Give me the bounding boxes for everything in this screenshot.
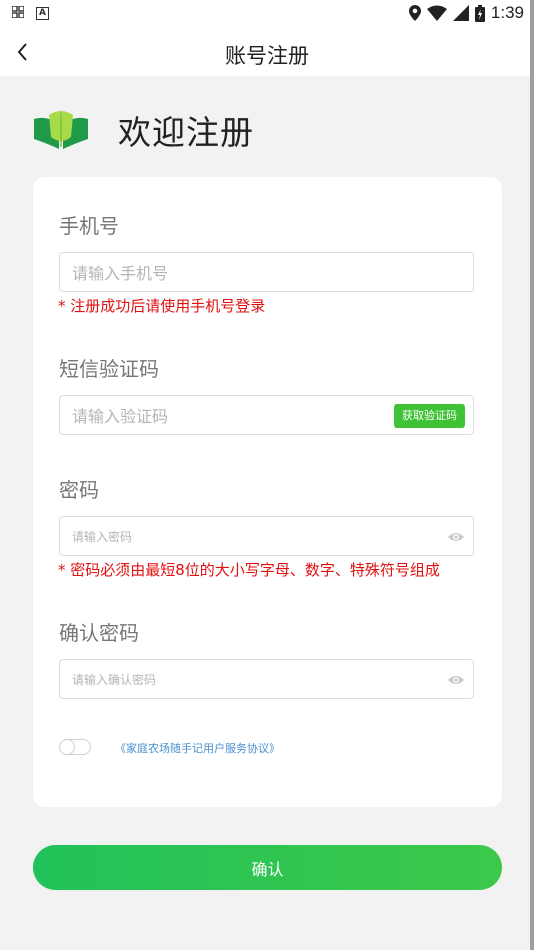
password-input[interactable] <box>70 517 394 557</box>
password-hint: * 密码必须由最短8位的大小写字母、数字、特殊符号组成 <box>58 561 440 579</box>
confirm-password-label: 确认密码 <box>59 621 139 645</box>
sms-code-input[interactable] <box>70 396 394 436</box>
sms-code-field[interactable]: 获取验证码 <box>59 395 474 436</box>
font-a-icon: A <box>36 7 49 20</box>
page-title: 账号注册 <box>225 44 309 68</box>
nav-bar: 账号注册 <box>0 28 534 76</box>
confirm-button[interactable]: 确认 <box>33 845 502 890</box>
status-bar: A 1:39 <box>0 0 534 28</box>
password-label: 密码 <box>59 478 99 502</box>
phone-hint: * 注册成功后请使用手机号登录 <box>58 297 266 315</box>
register-form-card: 手机号 * 注册成功后请使用手机号登录 短信验证码 获取验证码 密码 * 密码必… <box>33 177 502 807</box>
confirm-password-input[interactable] <box>70 660 394 700</box>
agreement-toggle-knob <box>59 739 75 755</box>
status-time: 1:39 <box>490 3 524 22</box>
agreement-toggle[interactable] <box>59 739 91 755</box>
get-code-button[interactable]: 获取验证码 <box>394 404 465 428</box>
agreement-link[interactable]: 《家庭农场随手记用户服务协议》 <box>115 740 280 756</box>
scrollbar <box>530 0 534 950</box>
phone-input[interactable] <box>70 253 394 293</box>
app-logo-icon <box>34 111 88 149</box>
welcome-banner: 欢迎注册 <box>32 106 254 154</box>
status-left: A <box>11 5 49 21</box>
signal-icon <box>452 5 469 21</box>
password-field[interactable] <box>59 516 474 557</box>
welcome-title: 欢迎注册 <box>118 113 254 152</box>
show-confirm-password-eye-icon[interactable] <box>447 671 465 689</box>
location-icon <box>408 5 421 21</box>
status-right: 1:39 <box>408 3 524 23</box>
phone-field[interactable] <box>59 252 474 293</box>
phone-label: 手机号 <box>59 214 119 238</box>
apps-icon <box>11 5 25 21</box>
confirm-password-field[interactable] <box>59 659 474 700</box>
sms-code-label: 短信验证码 <box>59 357 159 381</box>
show-password-eye-icon[interactable] <box>447 528 465 546</box>
wifi-icon <box>426 5 447 21</box>
battery-icon <box>474 4 485 22</box>
